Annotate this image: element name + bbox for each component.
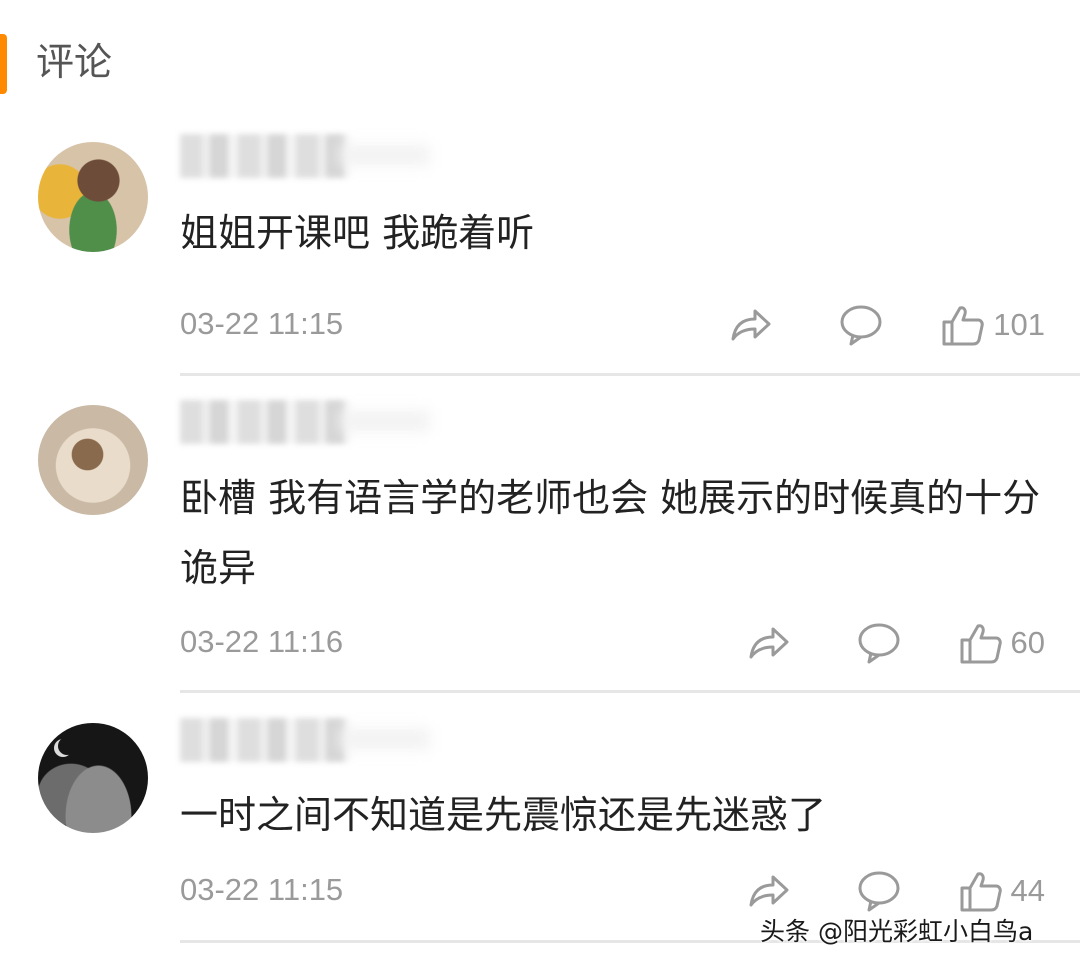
header-title: 评论: [36, 40, 113, 84]
thumbs-up-icon: [960, 624, 1002, 664]
comment-bubble-icon: [858, 871, 900, 912]
comment-text: 一时之间不知道是先震惊还是先迷惑了: [180, 793, 827, 837]
comment-meta: 03-22 11:15 44: [180, 866, 1045, 916]
like-button[interactable]: 44: [959, 869, 1045, 913]
reply-button[interactable]: [857, 622, 901, 664]
comment-time: 03-22 11:16: [180, 624, 344, 659]
share-button[interactable]: [727, 305, 773, 345]
comment-meta: 03-22 11:15 101: [180, 300, 1045, 350]
like-button[interactable]: 101: [941, 303, 1045, 347]
avatar[interactable]: [38, 142, 148, 252]
comment-time: 03-22 11:15: [180, 306, 344, 341]
comment-meta: 03-22 11:16 60: [180, 618, 1045, 668]
username-blurred[interactable]: [180, 134, 350, 178]
username-blurred[interactable]: [180, 718, 350, 762]
watermark-text: 头条 @阳光彩虹小白鸟a: [760, 917, 1034, 946]
like-count: 60: [1010, 625, 1045, 660]
divider: [180, 690, 1080, 693]
thumbs-up-icon: [960, 872, 1002, 912]
like-count: 101: [993, 307, 1045, 342]
header-accent-bar: [0, 34, 7, 94]
comment-actions: 101: [727, 300, 1045, 350]
share-arrow-icon: [749, 875, 789, 907]
avatar[interactable]: [38, 405, 148, 515]
reply-button[interactable]: [839, 304, 883, 346]
share-button[interactable]: [745, 623, 791, 663]
comment-bubble-icon: [840, 305, 882, 346]
divider: [180, 373, 1080, 376]
reply-button[interactable]: [857, 870, 901, 912]
username-blurred[interactable]: [180, 400, 350, 444]
comment-actions: 60: [745, 618, 1045, 668]
comment-text: 姐姐开课吧 我跪着听: [180, 211, 535, 255]
comment-text: 卧槽 我有语言学的老师也会 她展示的时候真的十分诡异: [180, 476, 1041, 590]
share-arrow-icon: [749, 627, 789, 659]
share-button[interactable]: [745, 871, 791, 911]
comment-time: 03-22 11:15: [180, 872, 344, 907]
comments-header: 评论: [0, 0, 1080, 110]
like-button[interactable]: 60: [959, 621, 1045, 665]
moon-shape: [58, 737, 76, 755]
avatar[interactable]: [38, 723, 148, 833]
thumbs-up-icon: [942, 306, 985, 346]
comment-actions: 44: [745, 866, 1045, 916]
like-count: 44: [1010, 873, 1045, 908]
share-arrow-icon: [731, 309, 771, 341]
comment-bubble-icon: [858, 623, 900, 664]
